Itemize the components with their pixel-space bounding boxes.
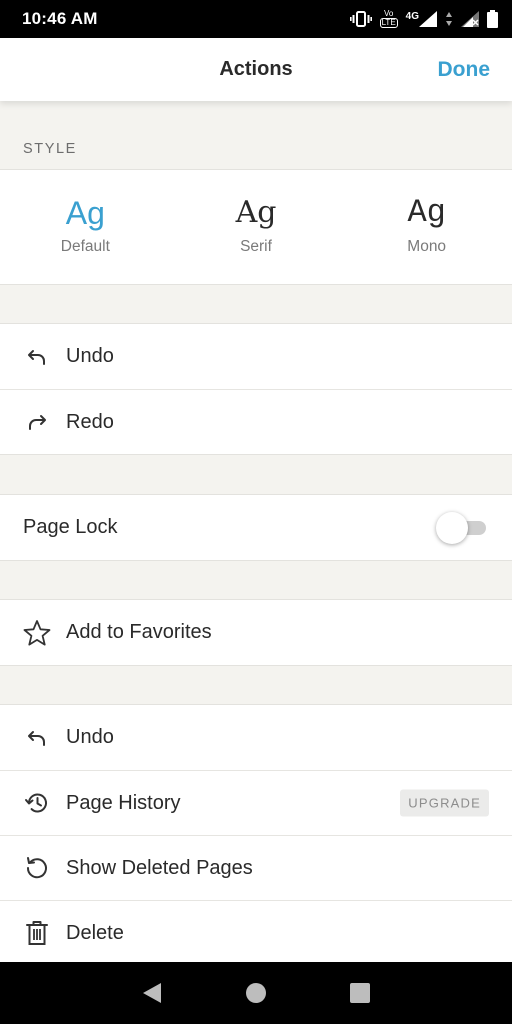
favorites-group: Add to Favorites [0,599,512,666]
style-option-serif[interactable]: Ag Serif [171,170,342,284]
style-name-mono: Mono [407,238,447,255]
restore-icon [23,854,51,882]
page-group: Undo Page History UPGRADE Show Deleted P… [0,704,512,965]
undo-label: Undo [66,345,114,367]
recents-icon[interactable] [340,973,380,1013]
system-nav-bar [0,962,512,1024]
status-icons: Vo LTE 4G [349,9,498,28]
style-sample-mono: Ag [407,194,446,231]
undo-icon [23,724,51,752]
redo-icon [23,408,51,436]
header: Actions Done [0,38,512,101]
network-type-text: 4G [405,11,419,22]
vibrate-icon [349,11,372,27]
show-deleted-pages-row[interactable]: Show Deleted Pages [0,835,512,900]
signal-4g-icon: 4G [406,11,437,27]
page-lock-toggle[interactable] [436,511,490,545]
data-arrows-icon [445,11,453,27]
history-icon [23,789,51,817]
style-selector: Ag Default Ag Serif Ag Mono [0,169,512,285]
add-to-favorites-row[interactable]: Add to Favorites [0,600,512,665]
page-undo-row[interactable]: Undo [0,705,512,770]
page-lock-row: Page Lock [0,495,512,560]
battery-icon [487,10,498,28]
volte-icon: Vo LTE [379,9,398,28]
page-undo-label: Undo [66,726,114,748]
trash-icon [23,919,51,947]
done-button[interactable]: Done [438,58,491,82]
style-section-label: STYLE [23,141,77,157]
edit-group: Undo Redo [0,323,512,455]
style-name-serif: Serif [240,238,272,255]
redo-row[interactable]: Redo [0,389,512,454]
style-name-default: Default [60,238,110,255]
style-sample-default: Ag [65,195,105,231]
home-icon[interactable] [236,973,276,1013]
undo-icon [23,343,51,371]
show-deleted-pages-label: Show Deleted Pages [66,856,253,879]
lock-group: Page Lock [0,494,512,561]
upgrade-badge[interactable]: UPGRADE [400,789,489,817]
toggle-thumb [436,511,468,544]
page-lock-label: Page Lock [23,516,118,538]
delete-label: Delete [66,921,124,944]
delete-row[interactable]: Delete [0,900,512,965]
volte-top-text: Vo [383,9,394,18]
status-time: 10:46 AM [22,9,98,28]
status-bar: 10:46 AM Vo LTE 4G [0,0,512,38]
screen: 10:46 AM Vo LTE 4G Actions Done STYLE Ag… [0,0,512,1024]
redo-label: Redo [66,410,114,433]
style-sample-serif: Ag [235,195,277,230]
volte-bottom-text: LTE [379,18,398,28]
style-option-mono[interactable]: Ag Mono [341,170,512,284]
signal-icon [461,11,479,27]
undo-row[interactable]: Undo [0,324,512,389]
star-icon [23,619,51,647]
page-title: Actions [219,58,293,80]
page-history-row[interactable]: Page History UPGRADE [0,770,512,835]
add-to-favorites-label: Add to Favorites [66,621,212,643]
page-history-label: Page History [66,791,181,814]
back-icon[interactable] [132,973,172,1013]
style-option-default[interactable]: Ag Default [0,170,171,284]
